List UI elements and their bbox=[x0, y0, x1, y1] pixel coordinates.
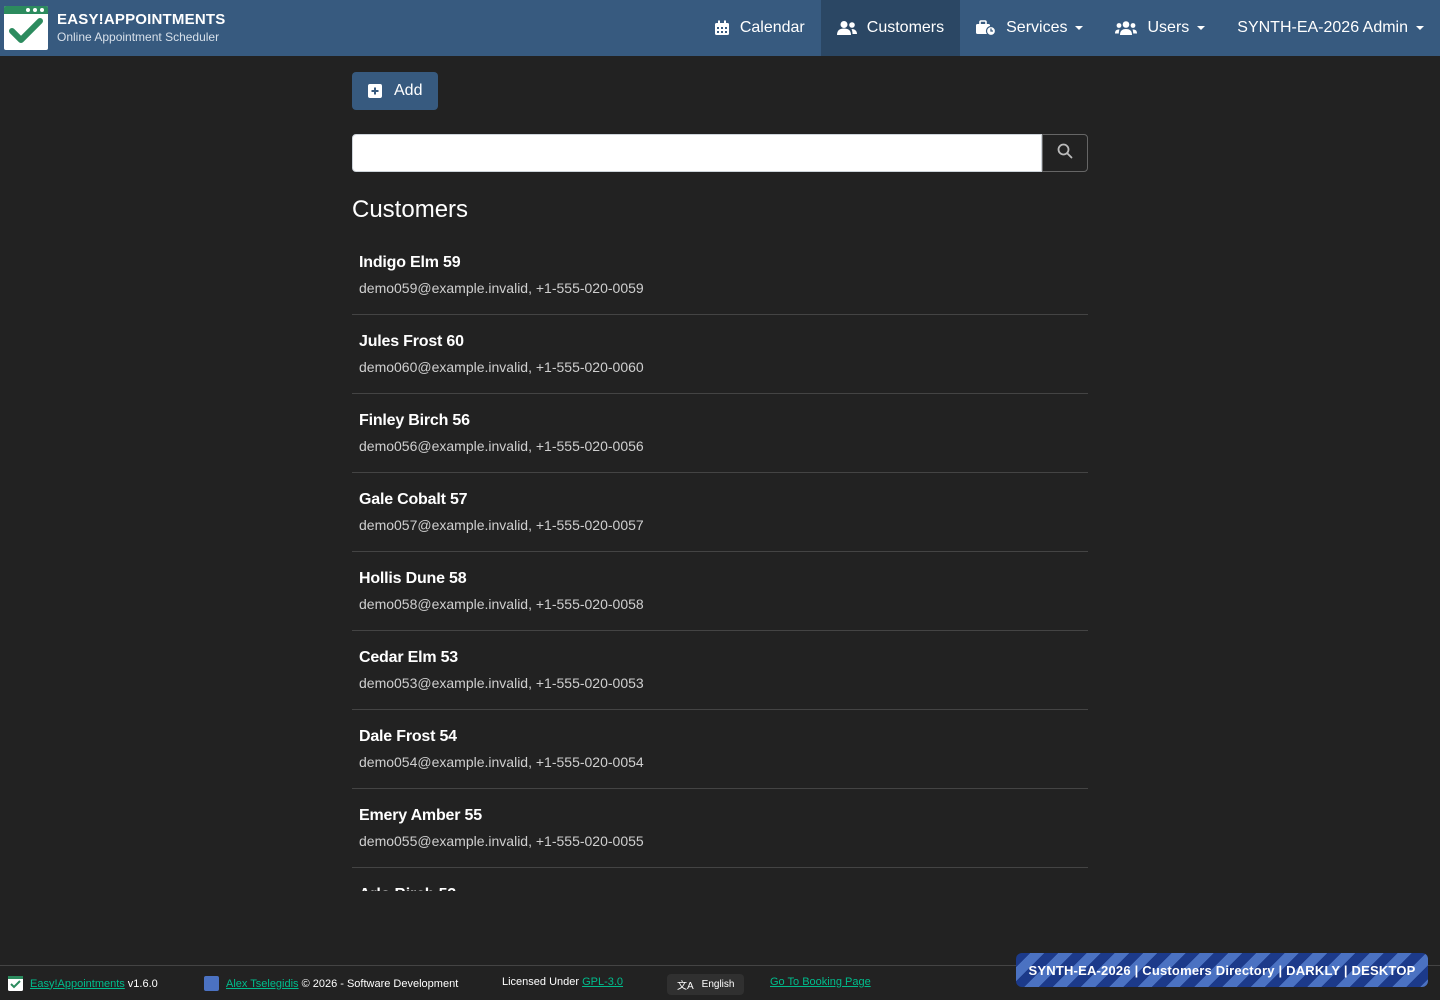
customer-search bbox=[352, 134, 1088, 172]
nav-customers-label: Customers bbox=[866, 19, 945, 36]
chevron-down-icon bbox=[1197, 26, 1206, 30]
top-navbar: EASY!APPOINTMENTS Online Appointment Sch… bbox=[0, 0, 1440, 56]
customer-list-item[interactable]: Gale Cobalt 57 demo057@example.invalid, +… bbox=[352, 473, 1088, 552]
footer-copyright: © 2026 - Software Development bbox=[301, 977, 459, 990]
customer-name: Gale Cobalt 57 bbox=[359, 491, 468, 508]
calendar-icon bbox=[714, 20, 730, 36]
customer-name: Hollis Dune 58 bbox=[359, 570, 467, 587]
account-menu-label: SYNTH-EA-2026 Admin bbox=[1237, 19, 1408, 36]
footer-author: Alex Tselegidis © 2026 - Software Develo… bbox=[204, 976, 458, 991]
customer-name: Arlo Birch 52 bbox=[359, 886, 1081, 891]
customer-list-item[interactable]: Hollis Dune 58 demo058@example.invalid, +… bbox=[352, 552, 1088, 631]
customer-list-item[interactable]: Jules Frost 60 demo060@example.invalid, +… bbox=[352, 315, 1088, 394]
booking-page-link[interactable]: Go To Booking Page bbox=[770, 976, 871, 988]
footer-license: Licensed Under GPL-3.0 bbox=[502, 976, 623, 988]
page-title: Customers bbox=[352, 196, 469, 223]
customer-contact-info: demo053@example.invalid, +1-555-020-0053 bbox=[359, 675, 644, 691]
customer-list-item[interactable]: Indigo Elm 59 demo059@example.invalid, +1… bbox=[352, 236, 1088, 315]
app-logo-icon bbox=[8, 976, 23, 991]
environment-banner: SYNTH-EA-2026 | Customers Directory | DA… bbox=[1016, 953, 1428, 987]
nav-services-label: Services bbox=[1006, 19, 1068, 36]
footer-app-info: Easy!Appointments v1.6.0 bbox=[8, 976, 158, 991]
customer-contact-info: demo059@example.invalid, +1-555-020-0059 bbox=[359, 280, 644, 296]
customer-contact-info: demo060@example.invalid, +1-555-020-0060 bbox=[359, 359, 644, 375]
chevron-down-icon bbox=[1075, 26, 1084, 30]
briefcase-clock-icon bbox=[976, 20, 997, 36]
nav-services[interactable]: Services bbox=[960, 0, 1099, 56]
customer-name: Finley Birch 56 bbox=[359, 412, 470, 429]
brand-title: EASY!APPOINTMENTS bbox=[57, 11, 226, 28]
language-icon: 文A bbox=[677, 981, 694, 992]
brand-subtitle: Online Appointment Scheduler bbox=[57, 30, 220, 44]
customer-name: Dale Frost 54 bbox=[359, 728, 457, 745]
customer-name: Emery Amber 55 bbox=[359, 807, 482, 824]
language-selector[interactable]: 文A English bbox=[667, 974, 745, 995]
nav-users[interactable]: Users bbox=[1099, 0, 1221, 56]
customer-contact-info: demo057@example.invalid, +1-555-020-0057 bbox=[359, 517, 644, 533]
users-icon bbox=[836, 20, 857, 36]
search-icon bbox=[1057, 143, 1073, 164]
plus-square-icon bbox=[368, 84, 382, 98]
search-button[interactable] bbox=[1042, 134, 1088, 172]
footer-license-link[interactable]: GPL-3.0 bbox=[582, 976, 623, 988]
account-menu[interactable]: SYNTH-EA-2026 Admin bbox=[1221, 0, 1440, 56]
app-logo-icon bbox=[4, 6, 48, 50]
language-label: English bbox=[701, 979, 735, 990]
nav-calendar-label: Calendar bbox=[739, 19, 805, 36]
footer-author-link[interactable]: Alex Tselegidis bbox=[226, 978, 299, 990]
customer-list-item[interactable]: Arlo Birch 52 bbox=[352, 868, 1088, 891]
customer-list-item[interactable]: Cedar Elm 53 demo053@example.invalid, +1-… bbox=[352, 631, 1088, 710]
add-customer-button[interactable]: Add bbox=[352, 72, 438, 110]
customer-contact-info: demo054@example.invalid, +1-555-020-0054 bbox=[359, 754, 644, 770]
nav-customers[interactable]: Customers bbox=[820, 0, 961, 56]
customer-contact-info: demo055@example.invalid, +1-555-020-0055 bbox=[359, 833, 644, 849]
footer-app-link[interactable]: Easy!Appointments bbox=[30, 978, 125, 990]
customer-name: Jules Frost 60 bbox=[359, 333, 464, 350]
footer-booking: Go To Booking Page bbox=[770, 976, 871, 988]
customer-name: Cedar Elm 53 bbox=[359, 649, 458, 666]
customer-list-item[interactable]: Finley Birch 56 demo056@example.invalid, … bbox=[352, 394, 1088, 473]
users-group-icon bbox=[1115, 20, 1138, 36]
customer-contact-info: demo056@example.invalid, +1-555-020-0056 bbox=[359, 438, 644, 454]
chevron-down-icon bbox=[1416, 26, 1424, 30]
customer-list: Indigo Elm 59 demo059@example.invalid, +1… bbox=[352, 236, 1088, 891]
brand[interactable]: EASY!APPOINTMENTS Online Appointment Sch… bbox=[0, 0, 225, 56]
search-input[interactable] bbox=[352, 134, 1042, 172]
author-icon bbox=[204, 976, 219, 991]
customer-list-item[interactable]: Emery Amber 55 demo055@example.invalid, +… bbox=[352, 789, 1088, 868]
footer-license-prefix: Licensed Under bbox=[502, 976, 580, 988]
add-button-label: Add bbox=[394, 82, 423, 99]
nav-users-label: Users bbox=[1147, 19, 1190, 36]
customer-contact-info: demo058@example.invalid, +1-555-020-0058 bbox=[359, 596, 644, 612]
customer-list-item[interactable]: Dale Frost 54 demo054@example.invalid, +1… bbox=[352, 710, 1088, 789]
customer-name: Indigo Elm 59 bbox=[359, 254, 461, 271]
main-nav: Calendar Customers Services Users SYNTH-… bbox=[698, 0, 1440, 56]
footer-version: v1.6.0 bbox=[127, 977, 158, 990]
nav-calendar[interactable]: Calendar bbox=[698, 0, 821, 56]
